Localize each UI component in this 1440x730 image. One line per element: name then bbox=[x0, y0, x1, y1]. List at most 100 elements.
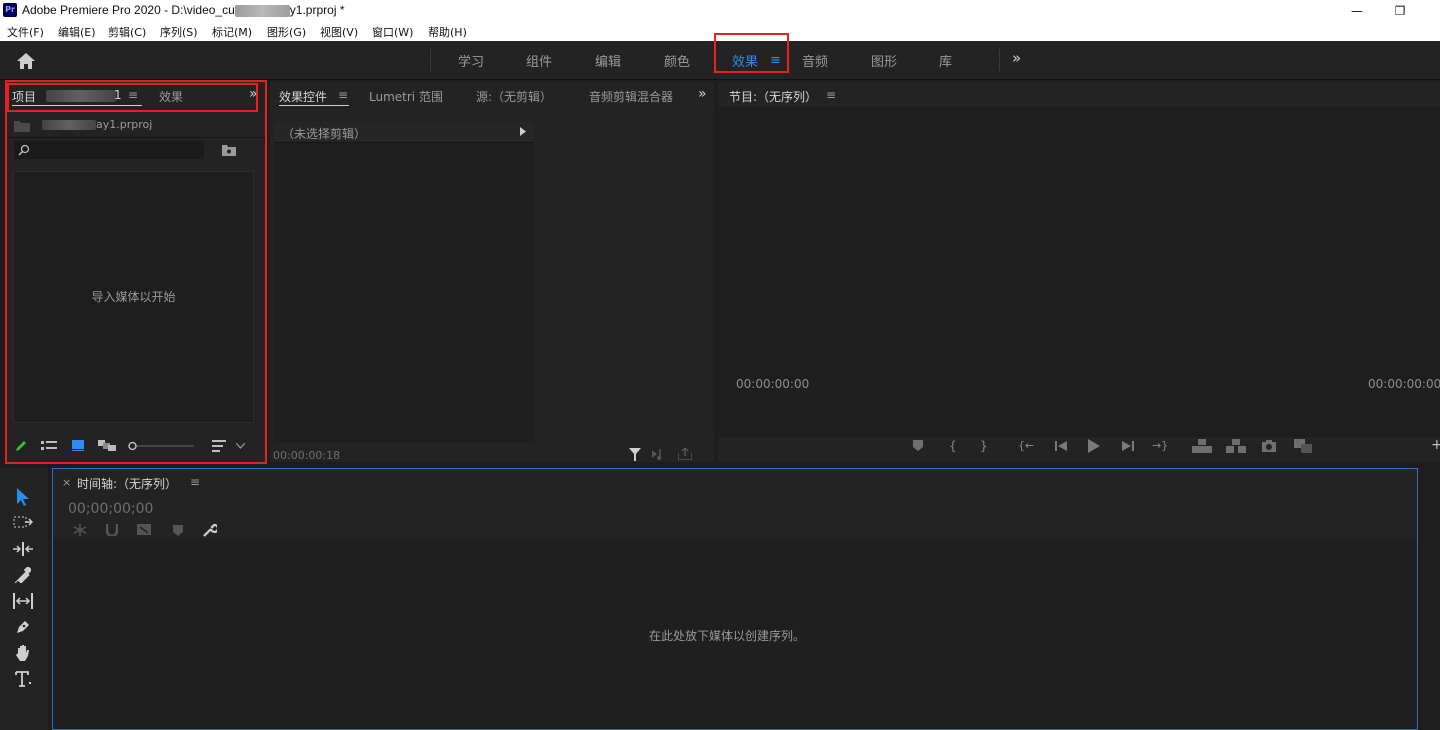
timeline-timecode[interactable]: 00;00;00;00 bbox=[68, 501, 153, 517]
menu-edit[interactable]: 编辑(E) bbox=[58, 24, 96, 40]
lift-icon[interactable] bbox=[1192, 439, 1212, 453]
menu-clip[interactable]: 剪辑(C) bbox=[108, 24, 146, 40]
workspace-bar: 学习 组件 编辑 颜色 效果 ≡ 音频 图形 库 » bbox=[0, 41, 1440, 80]
selection-tool-icon[interactable] bbox=[15, 488, 31, 506]
timeline-drop-area[interactable]: 在此处放下媒体以创建序列。 bbox=[53, 539, 1417, 729]
program-monitor-menu-icon[interactable]: ≡ bbox=[826, 88, 836, 102]
workspace-tab-libraries[interactable]: 库 bbox=[939, 51, 952, 70]
workspace-tab-effects[interactable]: 效果 bbox=[732, 51, 758, 70]
tab-effects[interactable]: 效果 bbox=[159, 88, 183, 105]
go-to-in-icon[interactable]: {← bbox=[1018, 439, 1034, 453]
step-back-icon[interactable] bbox=[1055, 441, 1067, 451]
freeform-view-icon[interactable] bbox=[98, 440, 116, 451]
project-search-input[interactable] bbox=[14, 141, 204, 159]
tab-project[interactable]: 项目 bbox=[12, 88, 36, 105]
add-marker-icon[interactable] bbox=[913, 440, 923, 451]
list-view-icon[interactable] bbox=[41, 441, 57, 451]
play-icon[interactable] bbox=[1088, 439, 1100, 453]
timeline-title[interactable]: 时间轴:（无序列） bbox=[77, 475, 177, 492]
program-monitor-title[interactable]: 节目:（无序列） bbox=[729, 88, 817, 105]
import-media-message: 导入媒体以开始 bbox=[91, 290, 176, 304]
effect-controls-menu-icon[interactable]: ≡ bbox=[338, 88, 348, 102]
tab-lumetri-scopes[interactable]: Lumetri 范围 bbox=[369, 88, 443, 105]
duration-timecode: 00:00:00:00 bbox=[1368, 377, 1440, 391]
timeline-scrollbar[interactable] bbox=[1421, 468, 1440, 730]
workspace-overflow-icon[interactable]: » bbox=[1012, 49, 1021, 67]
new-search-bin-icon[interactable] bbox=[222, 144, 236, 156]
workspace-tab-assembly[interactable]: 组件 bbox=[526, 51, 552, 70]
restore-button[interactable]: ❐ bbox=[1377, 0, 1423, 22]
extract-icon[interactable] bbox=[1226, 439, 1246, 453]
playhead-timecode[interactable]: 00:00:00:00 bbox=[736, 377, 809, 391]
workspace-tab-color[interactable]: 颜色 bbox=[664, 51, 690, 70]
workspace-tab-learn[interactable]: 学习 bbox=[458, 51, 484, 70]
workspace-tab-audio[interactable]: 音频 bbox=[802, 51, 828, 70]
project-panel-menu-icon[interactable]: ≡ bbox=[128, 88, 138, 102]
linked-selection-icon[interactable] bbox=[137, 524, 153, 536]
timeline-empty-message: 在此处放下媒体以创建序列。 bbox=[648, 629, 805, 643]
track-select-tool-icon[interactable] bbox=[13, 516, 33, 530]
redacted-filename bbox=[42, 120, 96, 130]
menu-file[interactable]: 文件(F) bbox=[7, 24, 44, 40]
mark-in-icon[interactable]: { bbox=[949, 439, 957, 453]
workspace-tab-graphics[interactable]: 图形 bbox=[871, 51, 897, 70]
hand-tool-icon[interactable] bbox=[15, 644, 31, 661]
timeline-menu-icon[interactable]: ≡ bbox=[190, 475, 200, 489]
add-marker-icon[interactable] bbox=[173, 525, 183, 536]
export-icon bbox=[678, 448, 692, 460]
nest-sequence-icon[interactable] bbox=[73, 524, 87, 536]
type-tool-icon[interactable] bbox=[15, 670, 33, 688]
home-icon[interactable] bbox=[16, 52, 36, 70]
timeline-panel: × 时间轴:（无序列） ≡ 00;00;00;00 在此处放下媒体以创建序列。 bbox=[52, 468, 1418, 730]
workspace-menu-icon[interactable]: ≡ bbox=[770, 53, 781, 68]
window-title: Adobe Premiere Pro 2020 - D:\video_cu y1.… bbox=[22, 3, 345, 17]
menu-window[interactable]: 窗口(W) bbox=[372, 24, 413, 40]
workspace-tab-editing[interactable]: 编辑 bbox=[595, 51, 621, 70]
menu-view[interactable]: 视图(V) bbox=[320, 24, 358, 40]
pencil-icon[interactable] bbox=[14, 439, 28, 453]
effect-controls-overflow-icon[interactable]: » bbox=[698, 86, 707, 102]
play-triangle-icon[interactable] bbox=[520, 127, 526, 136]
wrench-icon[interactable] bbox=[203, 523, 217, 537]
step-forward-icon[interactable] bbox=[1122, 441, 1134, 451]
tab-audio-clip-mixer[interactable]: 音频剪辑混合器 bbox=[589, 86, 677, 104]
media-drop-area[interactable]: 导入媒体以开始 bbox=[13, 171, 254, 423]
effect-controls-list: （未选择剪辑） bbox=[274, 122, 534, 443]
tab-effect-controls[interactable]: 效果控件 bbox=[279, 88, 327, 105]
snap-icon[interactable] bbox=[106, 524, 118, 536]
no-clip-selected-label: （未选择剪辑） bbox=[282, 127, 367, 141]
slip-tool-icon[interactable] bbox=[13, 593, 33, 609]
active-tab-underline bbox=[279, 105, 349, 106]
menu-markers[interactable]: 标记(M) bbox=[212, 24, 252, 40]
compare-view-icon[interactable] bbox=[1294, 439, 1312, 453]
folder-icon bbox=[14, 121, 30, 132]
chevron-down-icon[interactable] bbox=[236, 443, 245, 449]
camera-icon[interactable] bbox=[1262, 440, 1276, 452]
filter-icon[interactable] bbox=[629, 448, 641, 461]
add-button-icon[interactable]: + bbox=[1431, 438, 1440, 452]
clip-header-row: （未选择剪辑） bbox=[274, 122, 534, 143]
menu-sequence[interactable]: 序列(S) bbox=[160, 24, 198, 40]
project-panel-overflow-icon[interactable]: » bbox=[249, 86, 258, 102]
go-to-out-icon[interactable]: →} bbox=[1152, 439, 1168, 453]
menu-bar: 文件(F) 编辑(E) 剪辑(C) 序列(S) 标记(M) 图形(G) 视图(V… bbox=[0, 22, 1440, 41]
icon-view-icon[interactable] bbox=[72, 440, 84, 451]
project-file-name: ay1.prproj bbox=[96, 118, 153, 131]
tab-project-suffix: 1 bbox=[114, 88, 122, 102]
premiere-logo-icon: Pr bbox=[3, 3, 17, 17]
effect-controls-timecode[interactable]: 00:00:00:18 bbox=[273, 449, 340, 462]
mark-out-icon[interactable]: } bbox=[980, 439, 988, 453]
timeline-close-icon[interactable]: × bbox=[62, 476, 71, 489]
razor-tool-icon[interactable] bbox=[15, 567, 31, 583]
minimize-button[interactable]: — bbox=[1334, 0, 1380, 22]
sort-icon[interactable] bbox=[212, 440, 226, 452]
zoom-slider[interactable] bbox=[128, 441, 194, 451]
workspace-separator bbox=[999, 49, 1000, 71]
divider bbox=[6, 137, 266, 138]
effect-controls-panel: 效果控件 ≡ Lumetri 范围 源:（无剪辑） 音频剪辑混合器 » （未选择… bbox=[270, 82, 714, 462]
tab-source[interactable]: 源:（无剪辑） bbox=[476, 88, 552, 105]
menu-help[interactable]: 帮助(H) bbox=[428, 24, 467, 40]
pen-tool-icon[interactable] bbox=[15, 619, 31, 635]
menu-graphics[interactable]: 图形(G) bbox=[267, 24, 306, 40]
ripple-edit-tool-icon[interactable] bbox=[13, 542, 33, 556]
